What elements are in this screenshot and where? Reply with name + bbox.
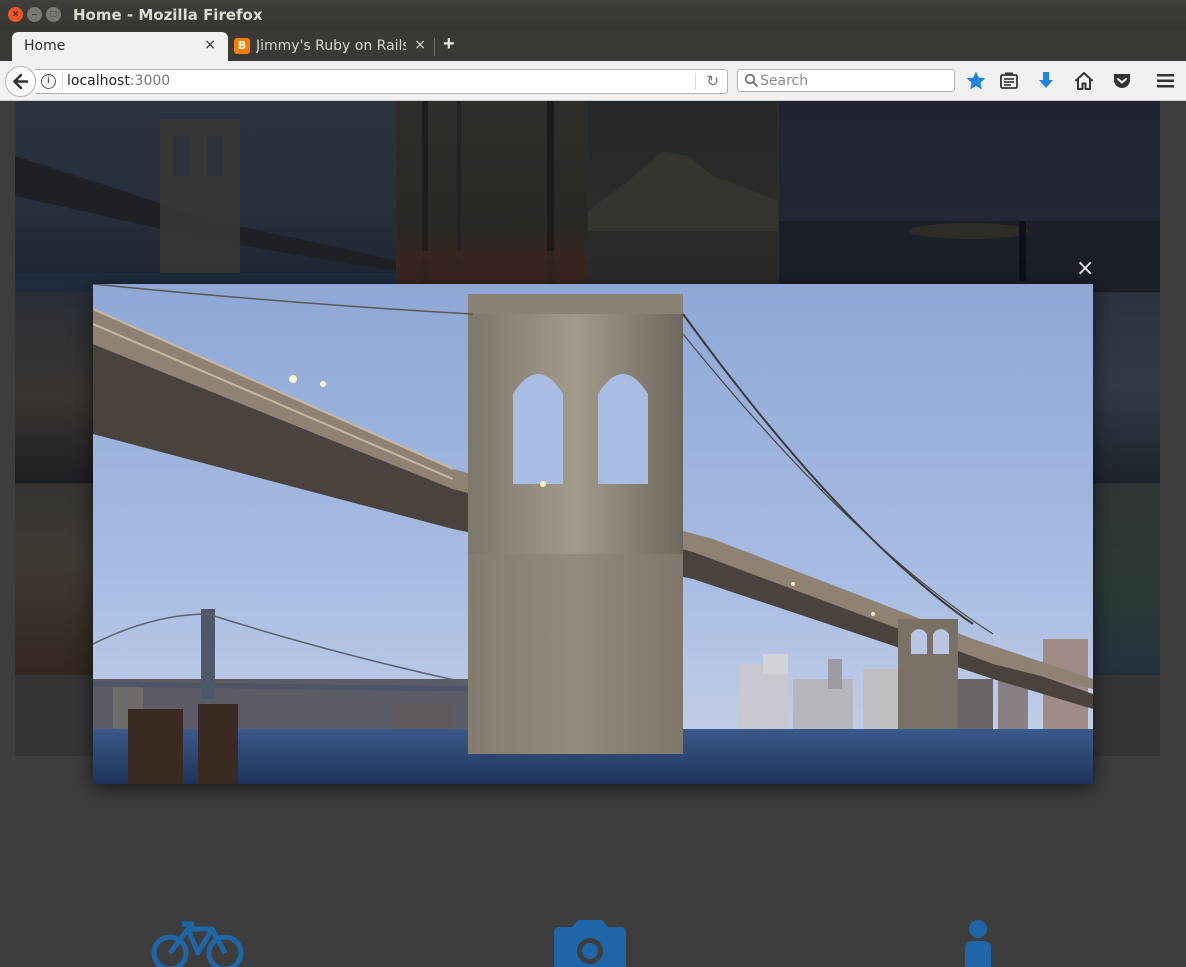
tab-divider — [434, 38, 435, 56]
site-info-icon[interactable]: i — [41, 74, 56, 89]
search-input[interactable] — [760, 72, 945, 90]
window-title: Home - Mozilla Firefox — [73, 6, 263, 24]
url-host: localhost — [67, 73, 130, 89]
brooklyn-bridge-photo — [93, 284, 1093, 784]
url-port: :3000 — [129, 73, 171, 89]
download-icon[interactable] — [1035, 70, 1057, 92]
pocket-icon[interactable] — [1111, 70, 1133, 92]
tab-close-icon[interactable]: × — [204, 37, 216, 53]
search-bar[interactable] — [737, 69, 955, 92]
tab-jimmys-ruby-on-rails[interactable]: B Jimmy's Ruby on Rails × — [228, 32, 434, 61]
back-button[interactable] — [5, 66, 36, 97]
url-bar[interactable]: i localhost:3000 ↻ — [35, 69, 728, 94]
window-titlebar: × – □ Home - Mozilla Firefox — [0, 0, 1186, 30]
search-icon — [744, 73, 759, 88]
lightbox-image-brooklyn-bridge — [93, 284, 1093, 784]
reload-icon[interactable]: ↻ — [706, 72, 719, 90]
window-maximize-button[interactable]: □ — [46, 7, 61, 22]
tab-home[interactable]: Home × — [12, 32, 228, 61]
reading-list-icon[interactable] — [998, 70, 1020, 92]
back-arrow-icon — [13, 73, 29, 90]
url-separator — [62, 73, 63, 90]
tab-close-icon[interactable]: × — [414, 37, 426, 53]
blogger-favicon-icon: B — [234, 38, 250, 54]
home-icon[interactable] — [1073, 70, 1095, 92]
reload-separator — [695, 73, 696, 90]
url-text[interactable]: localhost:3000 — [67, 73, 170, 89]
window-close-button[interactable]: × — [8, 7, 23, 22]
new-tab-button[interactable]: + — [443, 33, 455, 56]
hamburger-menu-icon[interactable] — [1155, 70, 1177, 92]
lightbox-close-button[interactable]: × — [1076, 256, 1094, 281]
tab-label: Home — [24, 38, 66, 54]
tab-strip: Home × B Jimmy's Ruby on Rails × — [0, 30, 1186, 61]
navigation-toolbar: i localhost:3000 ↻ — [0, 61, 1186, 101]
tab-label: Jimmy's Ruby on Rails — [256, 38, 406, 54]
window-minimize-button[interactable]: – — [27, 7, 42, 22]
star-bookmark-icon[interactable] — [965, 70, 987, 92]
